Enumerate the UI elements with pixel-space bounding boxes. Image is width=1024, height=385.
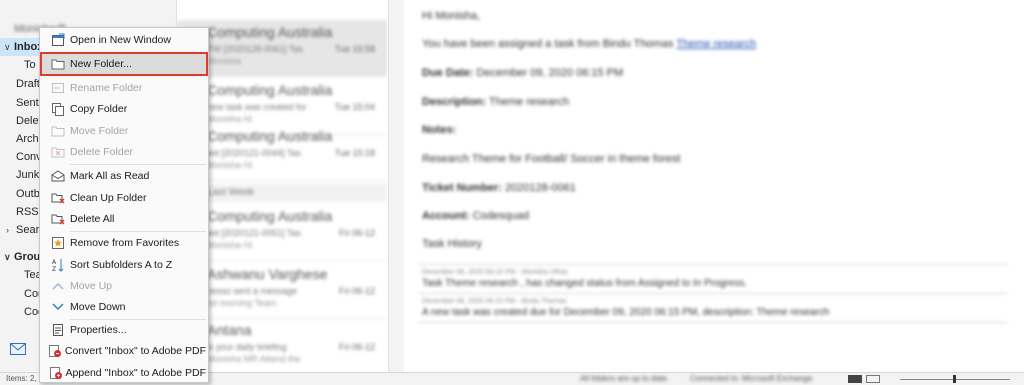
menu-item-properties[interactable]: Properties... <box>42 320 206 340</box>
item-count: Items: 2, <box>6 374 37 383</box>
description-line: Description: Theme research <box>422 96 570 108</box>
menu-item-delete-folder[interactable]: Delete Folder <box>42 142 206 162</box>
menu-item-mark-all-read[interactable]: Mark All as Read <box>42 166 206 186</box>
menu-item-append-pdf[interactable]: Append "Inbox" to Adobe PDF <box>42 363 206 383</box>
task-history-label: Task History <box>422 238 482 250</box>
connection-status: Connected to: Microsoft Exchange <box>690 374 813 383</box>
greeting: Hi Monisha, <box>422 10 481 22</box>
menu-item-move-folder[interactable]: Move Folder <box>42 121 206 141</box>
chevron-down-icon[interactable]: ∨ <box>4 248 14 266</box>
reading-pane: Hi Monisha, You have been assigned a tas… <box>403 0 1024 372</box>
svg-text:A: A <box>52 259 57 266</box>
menu-separator <box>70 231 206 232</box>
reading-view-icon[interactable] <box>866 375 880 383</box>
notes-label: Notes: <box>422 124 457 136</box>
account-line: Account: Codesquad <box>422 210 530 222</box>
menu-item-clean-up-folder[interactable]: Clean Up Folder <box>42 188 206 208</box>
folder-context-menu: Open in New Window New Folder... Rename … <box>39 27 209 383</box>
notes-text: Research Theme for Football/ Soccer in t… <box>422 153 681 165</box>
svg-text:Z: Z <box>52 266 56 272</box>
menu-item-rename-folder[interactable]: Rename Folder <box>42 78 206 98</box>
copy-folder-icon <box>48 101 68 117</box>
menu-item-move-up[interactable]: Move Up <box>42 276 206 296</box>
pdf-append-icon <box>48 365 63 381</box>
delete-folder-icon <box>48 144 68 160</box>
assigned-line: You have been assigned a task from Bindu… <box>422 38 757 50</box>
pane-divider[interactable] <box>388 0 404 372</box>
menu-item-sort-subfolders[interactable]: AZ Sort Subfolders A to Z <box>42 255 206 275</box>
new-folder-icon <box>48 56 68 72</box>
menu-item-convert-pdf[interactable]: Convert "Inbox" to Adobe PDF <box>42 341 206 361</box>
menu-item-open-new-window[interactable]: Open in New Window <box>42 30 206 50</box>
menu-item-remove-favorites[interactable]: Remove from Favorites <box>42 233 206 253</box>
chevron-up-icon <box>48 278 68 294</box>
menu-item-new-folder[interactable]: New Folder... <box>40 52 208 76</box>
move-folder-icon <box>48 123 68 139</box>
task-link[interactable]: Theme research <box>676 38 756 50</box>
mark-read-icon <box>48 168 68 184</box>
sort-az-icon: AZ <box>48 257 68 273</box>
zoom-slider-thumb[interactable] <box>953 375 956 383</box>
history-entry: December 08, 2020 06:15 PM - Bindu Thoma… <box>418 293 1008 323</box>
mail-icon[interactable] <box>10 343 26 358</box>
folder-item[interactable]: Outb <box>16 185 40 203</box>
open-window-icon <box>48 32 68 48</box>
pdf-convert-icon <box>48 343 63 359</box>
ticket-line: Ticket Number: 2020128-0061 <box>422 182 576 194</box>
due-date-line: Due Date: December 09, 2020 06:15 PM <box>422 67 624 79</box>
normal-view-icon[interactable] <box>848 375 862 383</box>
favorites-star-icon <box>48 235 68 251</box>
delete-all-icon <box>48 211 68 227</box>
properties-icon <box>48 322 68 338</box>
chevron-down-icon[interactable]: ∨ <box>4 38 14 56</box>
chevron-right-icon[interactable]: › <box>6 221 16 239</box>
sync-status: All folders are up to date. <box>580 374 669 383</box>
clean-up-icon <box>48 190 68 206</box>
folder-item[interactable]: Archi <box>16 130 41 148</box>
history-entry: December 08, 2020 06:15 PM - Monisha Ulh… <box>418 264 1008 293</box>
menu-separator <box>70 164 206 165</box>
folder-item[interactable]: Conv <box>16 148 42 166</box>
menu-item-copy-folder[interactable]: Copy Folder <box>42 99 206 119</box>
menu-item-move-down[interactable]: Move Down <box>42 297 206 317</box>
rename-folder-icon <box>48 80 68 96</box>
menu-item-delete-all[interactable]: Delete All <box>42 209 206 229</box>
chevron-down-icon <box>48 299 68 315</box>
